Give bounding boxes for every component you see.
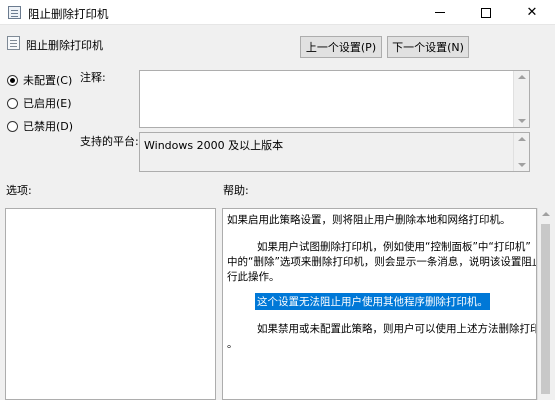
scroll-thumb[interactable] [541,224,550,394]
radio-not-configured[interactable]: 未配置(C) [7,72,72,88]
scroll-down-icon[interactable] [518,119,526,123]
radio-circle[interactable] [7,74,18,86]
policy-icon [8,6,21,19]
comment-scrollbar[interactable] [513,71,529,127]
scroll-up-icon[interactable] [518,137,526,141]
previous-setting-button[interactable]: 上一个设置(P) [300,36,382,58]
radio-label-not-configured: 未配置(C) [23,74,73,87]
radio-circle[interactable] [7,97,18,109]
supported-on-value: Windows 2000 及以上版本 [144,139,284,152]
window-title: 阻止删除打印机 [28,7,109,21]
help-text-line: 中的“删除”选项来删除打印机，则会显示一条消息，说明该设置阻止执 [227,256,537,268]
help-panel: 如果启用此策略设置，则将阻止用户删除本地和网络打印机。 如果用户试图删除打印机，… [222,208,537,400]
maximize-button[interactable] [463,0,509,25]
next-setting-button[interactable]: 下一个设置(N) [387,36,469,58]
comment-label: 注释: [80,71,106,84]
help-text-highlighted: 这个设置无法阻止用户使用其他程序删除打印机。 [255,293,490,310]
scroll-up-icon[interactable] [542,212,550,216]
radio-label-disabled: 已禁用(D) [23,120,74,133]
policy-header-icon [7,36,20,50]
help-text-line: 。 [227,338,238,350]
help-text-line: 行此操作。 [227,271,280,283]
scroll-up-icon[interactable] [518,75,526,79]
options-label: 选项: [6,184,32,197]
radio-label-enabled: 已启用(E) [23,97,72,110]
supported-on-field: Windows 2000 及以上版本 [139,132,530,172]
supported-scrollbar[interactable] [513,133,529,171]
minimize-icon [435,12,445,13]
options-panel [5,208,216,400]
scroll-down-icon[interactable] [518,163,526,167]
close-button[interactable]: ✕ [509,0,555,25]
title-bar: 阻止删除打印机 ✕ [0,0,555,25]
radio-disabled[interactable]: 已禁用(D) [7,118,73,134]
policy-name: 阻止删除打印机 [26,39,103,52]
help-text-line: 如果禁用或未配置此策略，则用户可以使用上述方法删除打印机 [257,323,537,335]
comment-field[interactable] [139,70,530,128]
help-text-line: 如果用户试图删除打印机，例如使用“控制面板”中“打印机” [257,241,531,253]
radio-circle[interactable] [7,120,18,132]
help-text-line: 如果启用此策略设置，则将阻止用户删除本地和网络打印机。 [227,214,511,226]
maximize-icon [481,7,491,18]
help-scrollbar[interactable] [537,208,552,400]
help-label: 帮助: [223,184,249,197]
radio-enabled[interactable]: 已启用(E) [7,95,72,111]
minimize-button[interactable] [417,0,463,25]
supported-on-label: 支持的平台: [80,135,139,148]
